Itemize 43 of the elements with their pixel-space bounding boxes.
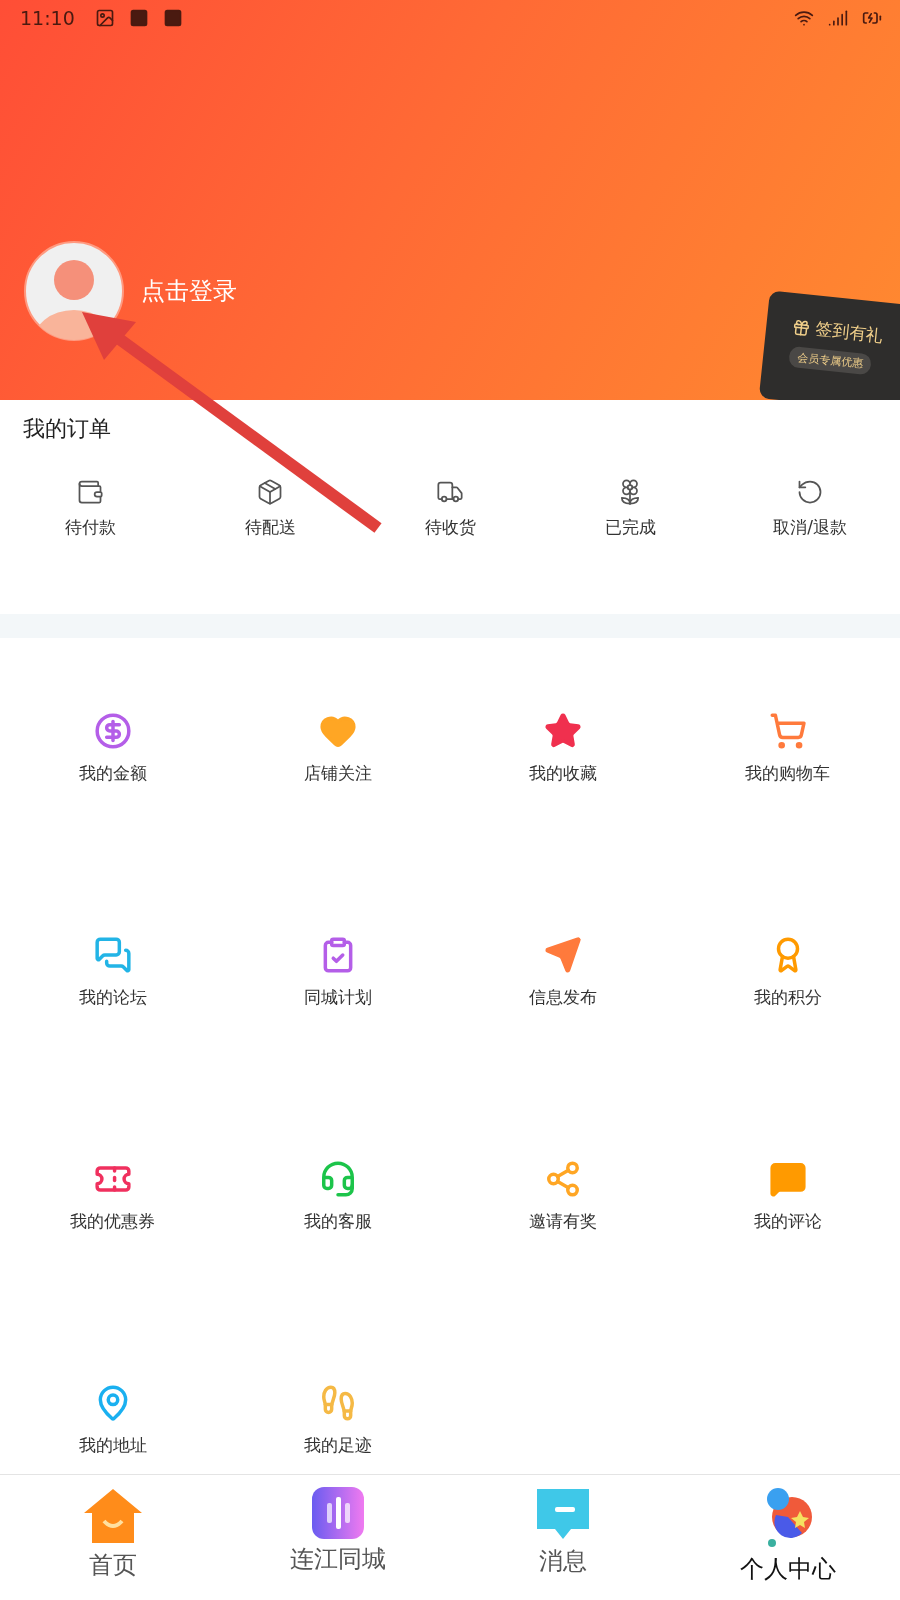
service-label[interactable]: 信息发布 bbox=[528, 986, 597, 1009]
nav-tab[interactable]: 个人中心 bbox=[675, 1475, 900, 1600]
paper-plane-icon[interactable] bbox=[543, 936, 582, 974]
order-status-label[interactable]: 已完成 bbox=[604, 516, 656, 539]
nav-tab[interactable]: 连江同城 bbox=[225, 1475, 450, 1600]
chat-icon[interactable] bbox=[93, 936, 132, 974]
image-icon bbox=[94, 8, 115, 28]
order-status-label[interactable]: 待配送 bbox=[244, 516, 296, 539]
signal-icon bbox=[828, 8, 848, 28]
service-label[interactable]: 我的足迹 bbox=[303, 1434, 372, 1457]
service-label[interactable]: 我的论坛 bbox=[78, 986, 147, 1009]
order-status-label[interactable]: 待收货 bbox=[424, 516, 476, 539]
member-tag: 会员专属优惠 bbox=[788, 345, 872, 376]
service-label[interactable]: 我的购物车 bbox=[745, 762, 830, 785]
wallet-icon[interactable] bbox=[76, 478, 104, 506]
refund-icon[interactable] bbox=[796, 478, 824, 506]
service-label[interactable]: 我的地址 bbox=[78, 1434, 147, 1457]
service-label[interactable]: 我的积分 bbox=[753, 986, 822, 1009]
sound-wave-icon bbox=[311, 1487, 364, 1539]
cart-icon[interactable] bbox=[768, 712, 807, 750]
service-label[interactable]: 同城计划 bbox=[303, 986, 372, 1009]
comment-icon[interactable] bbox=[768, 1160, 807, 1198]
nav-tab[interactable]: 首页 bbox=[0, 1475, 225, 1600]
wifi-icon bbox=[794, 8, 814, 28]
square-icon bbox=[162, 8, 183, 28]
service-label[interactable]: 邀请有奖 bbox=[528, 1210, 597, 1233]
star-icon[interactable] bbox=[543, 712, 582, 750]
service-label[interactable]: 我的收藏 bbox=[528, 762, 597, 785]
order-status-label[interactable]: 待付款 bbox=[64, 516, 116, 539]
section-title: 我的订单 bbox=[22, 415, 112, 443]
nav-tab[interactable]: 消息 bbox=[450, 1475, 675, 1600]
sign-in-card[interactable]: 签到有礼 会员专属优惠 bbox=[758, 290, 900, 400]
service-label[interactable]: 我的客服 bbox=[303, 1210, 372, 1233]
service-label[interactable]: 我的优惠券 bbox=[70, 1210, 155, 1233]
service-label[interactable]: 店铺关注 bbox=[303, 762, 372, 785]
service-label[interactable]: 我的金额 bbox=[78, 762, 147, 785]
clock: 11:10 bbox=[20, 7, 75, 29]
service-label[interactable]: 我的评论 bbox=[753, 1210, 822, 1233]
message-icon bbox=[534, 1487, 591, 1541]
coin-icon[interactable] bbox=[93, 712, 132, 750]
gift-icon bbox=[791, 317, 812, 338]
order-status-label[interactable]: 取消/退款 bbox=[773, 516, 847, 539]
box-icon[interactable] bbox=[256, 478, 284, 506]
